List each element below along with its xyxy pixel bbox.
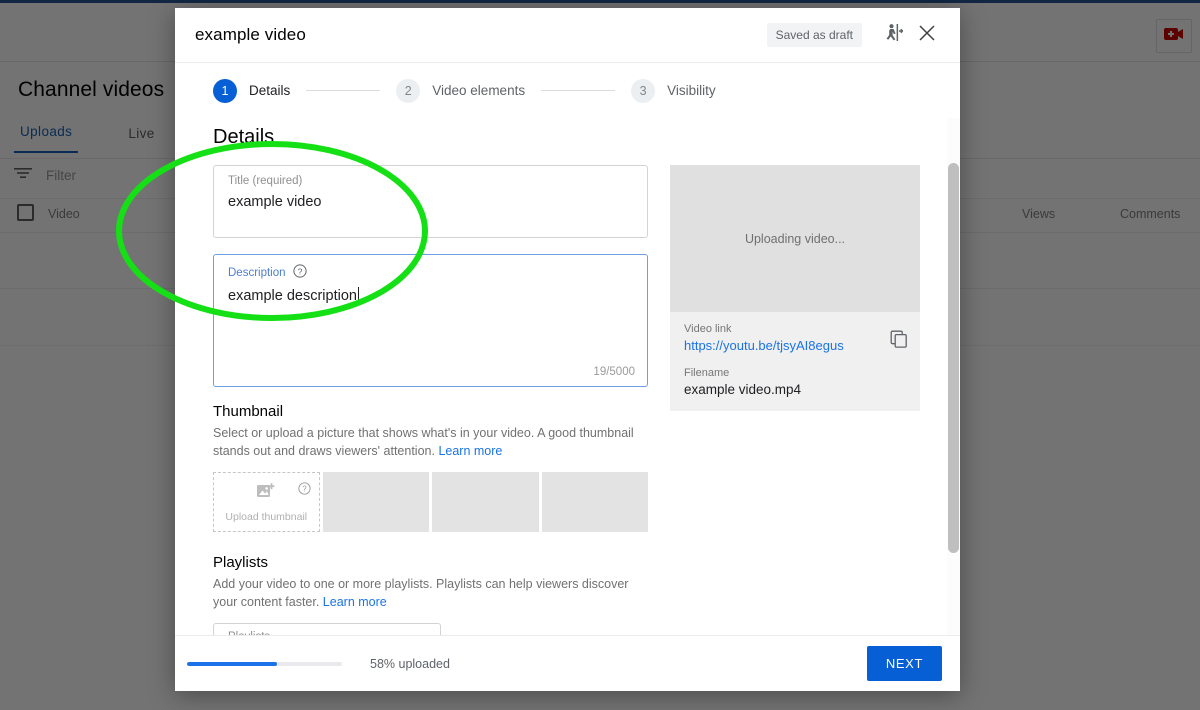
- upload-video-dialog: example video Saved as draft 1 Details 2…: [175, 8, 960, 691]
- description-label-text: Description: [228, 266, 286, 279]
- step-visibility[interactable]: 3 Visibility: [631, 78, 716, 103]
- filename-label: Filename: [684, 367, 730, 379]
- section-title: Details: [213, 126, 275, 148]
- close-button[interactable]: [912, 20, 942, 50]
- description-char-count: 19/5000: [593, 366, 635, 378]
- playlists-description: Add your video to one or more playlists.…: [213, 575, 648, 611]
- help-circle-icon[interactable]: ?: [292, 264, 307, 281]
- svg-text:?: ?: [302, 485, 307, 494]
- preview-column: Uploading video... Video link https://yo…: [670, 165, 920, 411]
- upload-progress-fill: [187, 661, 277, 666]
- thumbnail-option[interactable]: [432, 472, 539, 532]
- playlists-select-label: Playlists: [228, 631, 426, 635]
- close-icon: [918, 24, 936, 47]
- step-number: 3: [631, 78, 656, 103]
- thumbnail-option[interactable]: [541, 472, 648, 532]
- upload-progress-bar: [187, 661, 342, 666]
- step-number: 2: [396, 78, 421, 103]
- video-link[interactable]: https://youtu.be/tjsyAI8egus: [684, 338, 906, 353]
- upload-thumbnail-label: Upload thumbnail: [225, 510, 308, 523]
- dialog-footer: 58% uploaded NEXT: [175, 635, 960, 691]
- copy-link-button[interactable]: [890, 330, 908, 353]
- upload-thumbnail-button[interactable]: Upload thumbnail ?: [213, 472, 320, 532]
- thumbnail-learn-more-link[interactable]: Learn more: [438, 444, 502, 458]
- playlists-heading: Playlists: [213, 554, 269, 571]
- description-input-label: Description ?: [228, 264, 633, 281]
- filename-value: example video.mp4: [684, 382, 802, 397]
- help-circle-icon[interactable]: ?: [297, 482, 311, 500]
- switch-to-studio-icon: [884, 23, 904, 47]
- step-label: Video elements: [432, 83, 526, 98]
- upload-status-text: Uploading video...: [744, 231, 846, 246]
- details-form: Details Title (required) example video D…: [175, 118, 960, 635]
- switch-to-studio-button[interactable]: [878, 20, 908, 50]
- thumbnail-description-text: Select or upload a picture that shows wh…: [213, 426, 634, 458]
- upload-stepper: 1 Details 2 Video elements 3 Visibility: [175, 63, 960, 118]
- step-connector: [541, 90, 616, 91]
- step-video-elements[interactable]: 2 Video elements: [396, 78, 526, 103]
- upload-progress-text: 58% uploaded: [370, 656, 450, 671]
- text-caret: [357, 287, 359, 302]
- form-column: Title (required) example video Descripti…: [213, 165, 648, 635]
- title-input-value: example video: [228, 194, 322, 210]
- title-input-label: Title (required): [228, 175, 303, 187]
- thumbnail-option[interactable]: [322, 472, 429, 532]
- image-plus-icon: [256, 482, 276, 505]
- playlists-learn-more-link[interactable]: Learn more: [323, 595, 387, 609]
- video-meta-panel: Video link https://youtu.be/tjsyAI8egus …: [670, 312, 920, 411]
- status-badge: Saved as draft: [766, 23, 862, 47]
- description-input-value: example description: [228, 287, 633, 305]
- next-button[interactable]: NEXT: [866, 646, 942, 681]
- dialog-scrollbar-track[interactable]: [947, 118, 960, 635]
- dialog-title: example video: [195, 25, 306, 44]
- description-text: example description: [228, 288, 357, 304]
- thumbnail-description: Select or upload a picture that shows wh…: [213, 424, 648, 460]
- dialog-header: example video Saved as draft: [175, 8, 960, 63]
- step-number: 1: [213, 78, 237, 103]
- video-link-label: Video link: [684, 323, 732, 335]
- dialog-scrollbar-thumb[interactable]: [948, 163, 959, 553]
- step-label: Visibility: [667, 83, 716, 98]
- playlists-description-text: Add your video to one or more playlists.…: [213, 577, 629, 609]
- playlists-select[interactable]: Playlists Select: [213, 623, 441, 635]
- thumbnail-heading: Thumbnail: [213, 403, 284, 420]
- step-details[interactable]: 1 Details: [213, 78, 291, 103]
- step-connector: [306, 90, 381, 91]
- dialog-body: Details Title (required) example video D…: [175, 118, 960, 635]
- svg-text:?: ?: [297, 266, 302, 276]
- description-input[interactable]: Description ? example description 19/500…: [213, 254, 648, 387]
- video-preview: Uploading video...: [670, 165, 920, 312]
- title-input[interactable]: Title (required) example video: [213, 165, 648, 238]
- copy-icon: [890, 330, 908, 352]
- step-label: Details: [249, 83, 291, 98]
- thumbnail-row: Upload thumbnail ?: [213, 472, 648, 532]
